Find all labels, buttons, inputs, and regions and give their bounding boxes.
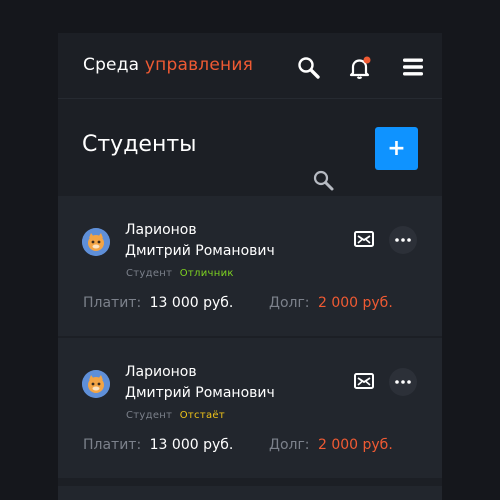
- more-icon[interactable]: [389, 226, 417, 254]
- avatar: [82, 370, 110, 398]
- students-search-icon[interactable]: [312, 169, 336, 193]
- pays-info: Платит: 13 000 руб.: [83, 295, 233, 311]
- student-name[interactable]: Ларионов Дмитрий Романович: [125, 362, 275, 404]
- student-name[interactable]: Ларионов Дмитрий Романович: [125, 220, 275, 262]
- mail-icon[interactable]: [353, 371, 375, 391]
- pays-info: Платит: 13 000 руб.: [83, 437, 233, 453]
- brand-part-1: Среда: [83, 55, 140, 75]
- student-role: Студент: [126, 410, 173, 421]
- student-card[interactable]: Ларионов Дмитрий Романович Студент Отлич…: [58, 196, 442, 336]
- pays-label: Платит:: [83, 295, 142, 311]
- page-title: Студенты: [82, 132, 197, 157]
- debt-label: Долг:: [269, 437, 310, 453]
- pays-value: 13 000 руб.: [149, 295, 234, 311]
- student-role-line: Студент Отстаёт: [126, 410, 225, 421]
- debt-info: Долг: 2 000 руб.: [269, 437, 393, 453]
- student-first-names: Дмитрий Романович: [125, 243, 275, 259]
- brand-logo[interactable]: Среда управления: [83, 55, 253, 75]
- student-card[interactable]: [58, 486, 442, 500]
- debt-label: Долг:: [269, 295, 310, 311]
- section-header: Студенты +: [58, 99, 442, 196]
- top-bar: Среда управления: [58, 33, 442, 99]
- student-card[interactable]: Ларионов Дмитрий Романович Студент Отста…: [58, 338, 442, 478]
- student-last-name: Ларионов: [125, 364, 197, 380]
- app-screen: Среда управления Студенты + Ларионов Дми…: [58, 33, 442, 500]
- debt-value: 2 000 руб.: [317, 295, 393, 311]
- student-first-names: Дмитрий Романович: [125, 385, 275, 401]
- more-icon[interactable]: [389, 368, 417, 396]
- pays-label: Платит:: [83, 437, 142, 453]
- debt-value: 2 000 руб.: [317, 437, 393, 453]
- search-icon[interactable]: [296, 55, 322, 81]
- menu-icon[interactable]: [401, 56, 425, 78]
- student-last-name: Ларионов: [125, 222, 197, 238]
- student-role-line: Студент Отличник: [126, 268, 234, 279]
- bell-icon[interactable]: [347, 55, 373, 81]
- status-badge: Отстаёт: [179, 410, 225, 421]
- mail-icon[interactable]: [353, 229, 375, 249]
- avatar: [82, 228, 110, 256]
- brand-part-2: управления: [144, 55, 254, 75]
- pays-value: 13 000 руб.: [149, 437, 234, 453]
- status-badge: Отличник: [179, 268, 234, 279]
- debt-info: Долг: 2 000 руб.: [269, 295, 393, 311]
- add-student-button[interactable]: +: [375, 127, 418, 170]
- student-role: Студент: [126, 268, 173, 279]
